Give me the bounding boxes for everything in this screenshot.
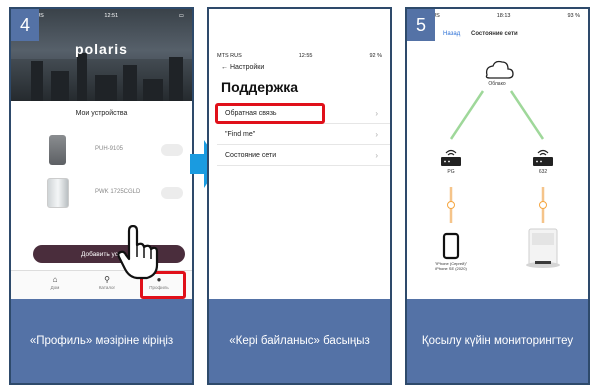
chevron-right-icon: › (375, 109, 378, 118)
step-badge: 5 (407, 9, 435, 41)
battery-icon: ▭ (178, 13, 184, 19)
device-row[interactable]: PWK 1725CGLD (11, 175, 192, 211)
step-caption: «Профиль» мәзіріне кіріңіз (11, 299, 192, 383)
cloud-icon (485, 60, 514, 79)
step-caption: «Кері байланыс» басыңыз (209, 299, 390, 383)
section-title: Мои устройства (75, 110, 128, 117)
device-toggle[interactable] (161, 187, 183, 199)
step-badge: 4 (11, 9, 39, 41)
chevron-right-icon: › (375, 151, 378, 160)
router-icon-right (533, 149, 553, 166)
router-label: 632 (538, 169, 548, 175)
phone-label: "iPhone (Сергей)" iPhone SE (2020) (434, 261, 468, 271)
router-icon-left (441, 149, 461, 166)
instruction-page: polaris MTS RUS 12:51 ▭ 4 Мои устройства… (0, 0, 590, 389)
page-title: Поддержка (221, 79, 299, 95)
step-panel-profile: polaris MTS RUS 12:51 ▭ 4 Мои устройства… (9, 7, 194, 385)
device-name: PUH-9105 (95, 146, 124, 152)
device-row[interactable]: PUH-9105 (11, 132, 192, 168)
step-panel-feedback: MTS RUS 12:55 92 % ← Настройки Поддержка… (207, 7, 392, 385)
device-toggle[interactable] (161, 144, 183, 156)
step-panel-network: MTS RUS 18:13 93 % 5 Назад Состояние сет… (405, 7, 590, 385)
link-cloud-router-right (509, 90, 545, 140)
feedback-highlight (215, 103, 325, 124)
back-link[interactable]: ← Настройки (221, 64, 264, 71)
smartphone-icon (442, 232, 460, 260)
time-label: 12:55 (298, 53, 313, 59)
phone-screen-support: MTS RUS 12:55 92 % ← Настройки Поддержка… (209, 9, 390, 299)
brand-logo: polaris (75, 41, 128, 57)
step-caption: Қосылу күйін мониторингтеу (407, 299, 588, 383)
router-label: PG (447, 169, 455, 175)
chevron-right-icon: › (375, 130, 378, 139)
humidifier-image (49, 135, 66, 165)
menu-item-network-status[interactable]: Состояние сети › (217, 146, 390, 166)
warning-dot-left (447, 201, 455, 209)
arrow-left-icon: ← (221, 64, 230, 71)
link-cloud-router-left (449, 90, 485, 140)
battery-label: 92 % (369, 53, 382, 59)
cloud-label: Облако (488, 81, 506, 87)
phone-screen-devices: polaris MTS RUS 12:51 ▭ 4 Мои устройства… (11, 9, 192, 299)
status-bar: MTS RUS 12:55 92 % (209, 49, 390, 63)
time-label: 12:51 (104, 13, 119, 19)
tab-home[interactable]: ⌂ Дом (35, 275, 75, 290)
menu-item-find-me[interactable]: "Find me" › (217, 125, 390, 145)
warning-dot-right (539, 201, 547, 209)
network-diagram (441, 60, 560, 268)
home-icon: ⌂ (52, 275, 58, 284)
device-name: PWK 1725CGLD (95, 189, 141, 195)
robot-vacuum-station-icon (526, 228, 560, 268)
phone-screen-network: MTS RUS 18:13 93 % 5 Назад Состояние сет… (407, 9, 588, 299)
carrier-label: MTS RUS (217, 53, 242, 59)
kettle-image (47, 178, 69, 208)
pointer-hand-icon (117, 225, 159, 280)
